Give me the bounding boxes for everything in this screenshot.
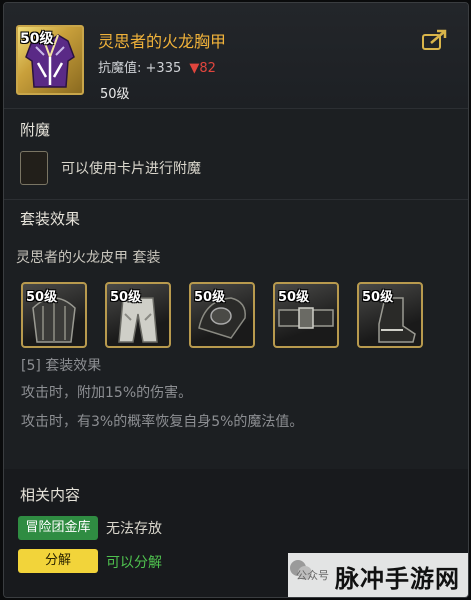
stat-label: 抗魔值: [98,61,142,76]
set-piece-belt[interactable]: 50级 [273,282,339,348]
piece-level: 50级 [194,290,226,305]
share-button[interactable] [422,29,448,51]
item-level-badge: 50级 [20,31,54,47]
item-level: 50级 [100,87,130,102]
share-icon [422,29,447,50]
item-name: 灵思者的火龙胸甲 [98,32,227,51]
stat-row: 抗魔值: +335 ▼82 [98,57,216,76]
disassemble-status-text: 可以分解 [106,555,162,571]
set-piece-boots[interactable]: 50级 [357,282,423,348]
watermark-small: 公众号 [296,569,329,582]
set-effect-title: 套装效果 [20,210,81,228]
enchant-text: 可以使用卡片进行附魔 [61,161,201,177]
item-header: 50级 灵思者的火龙胸甲 抗魔值: +335 ▼82 50级 [4,3,468,108]
item-tooltip-panel: 50级 灵思者的火龙胸甲 抗魔值: +335 ▼82 50级 附魔 可以使用卡片… [3,2,469,598]
watermark: 公众号 脉冲手游网 [288,553,468,597]
watermark-big: 脉冲手游网 [335,565,460,593]
piece-level: 50级 [278,290,310,305]
stat-change: ▼82 [189,61,216,76]
piece-level: 50级 [26,290,58,305]
set-name: 灵思者的火龙皮甲 套装 [16,250,161,266]
set-effect-line: 攻击时，有3%的概率恢复自身5%的魔法值。 [21,414,304,430]
stat-value: +335 [145,61,182,76]
piece-level: 50级 [110,290,142,305]
piece-level: 50级 [362,290,394,305]
divider [4,108,468,109]
adventure-vault-tag: 冒险团金库 [18,516,98,540]
set-piece-helmet[interactable]: 50级 [21,282,87,348]
divider [4,199,468,200]
enchant-title: 附魔 [20,121,51,139]
set-effect-line: 攻击时，附加15%的伤害。 [21,385,193,401]
set-piece-shoulder[interactable]: 50级 [189,282,255,348]
related-title: 相关内容 [20,486,81,504]
disassemble-button[interactable]: 分解 [18,549,98,573]
item-icon[interactable]: 50级 [16,25,84,95]
set-piece-pants[interactable]: 50级 [105,282,171,348]
set-pieces: 50级 50级 50级 50级 50级 [21,282,441,350]
enchant-card-slot[interactable] [20,151,48,185]
set-effect-header: [5] 套装效果 [21,358,102,374]
vault-status-text: 无法存放 [106,521,162,537]
